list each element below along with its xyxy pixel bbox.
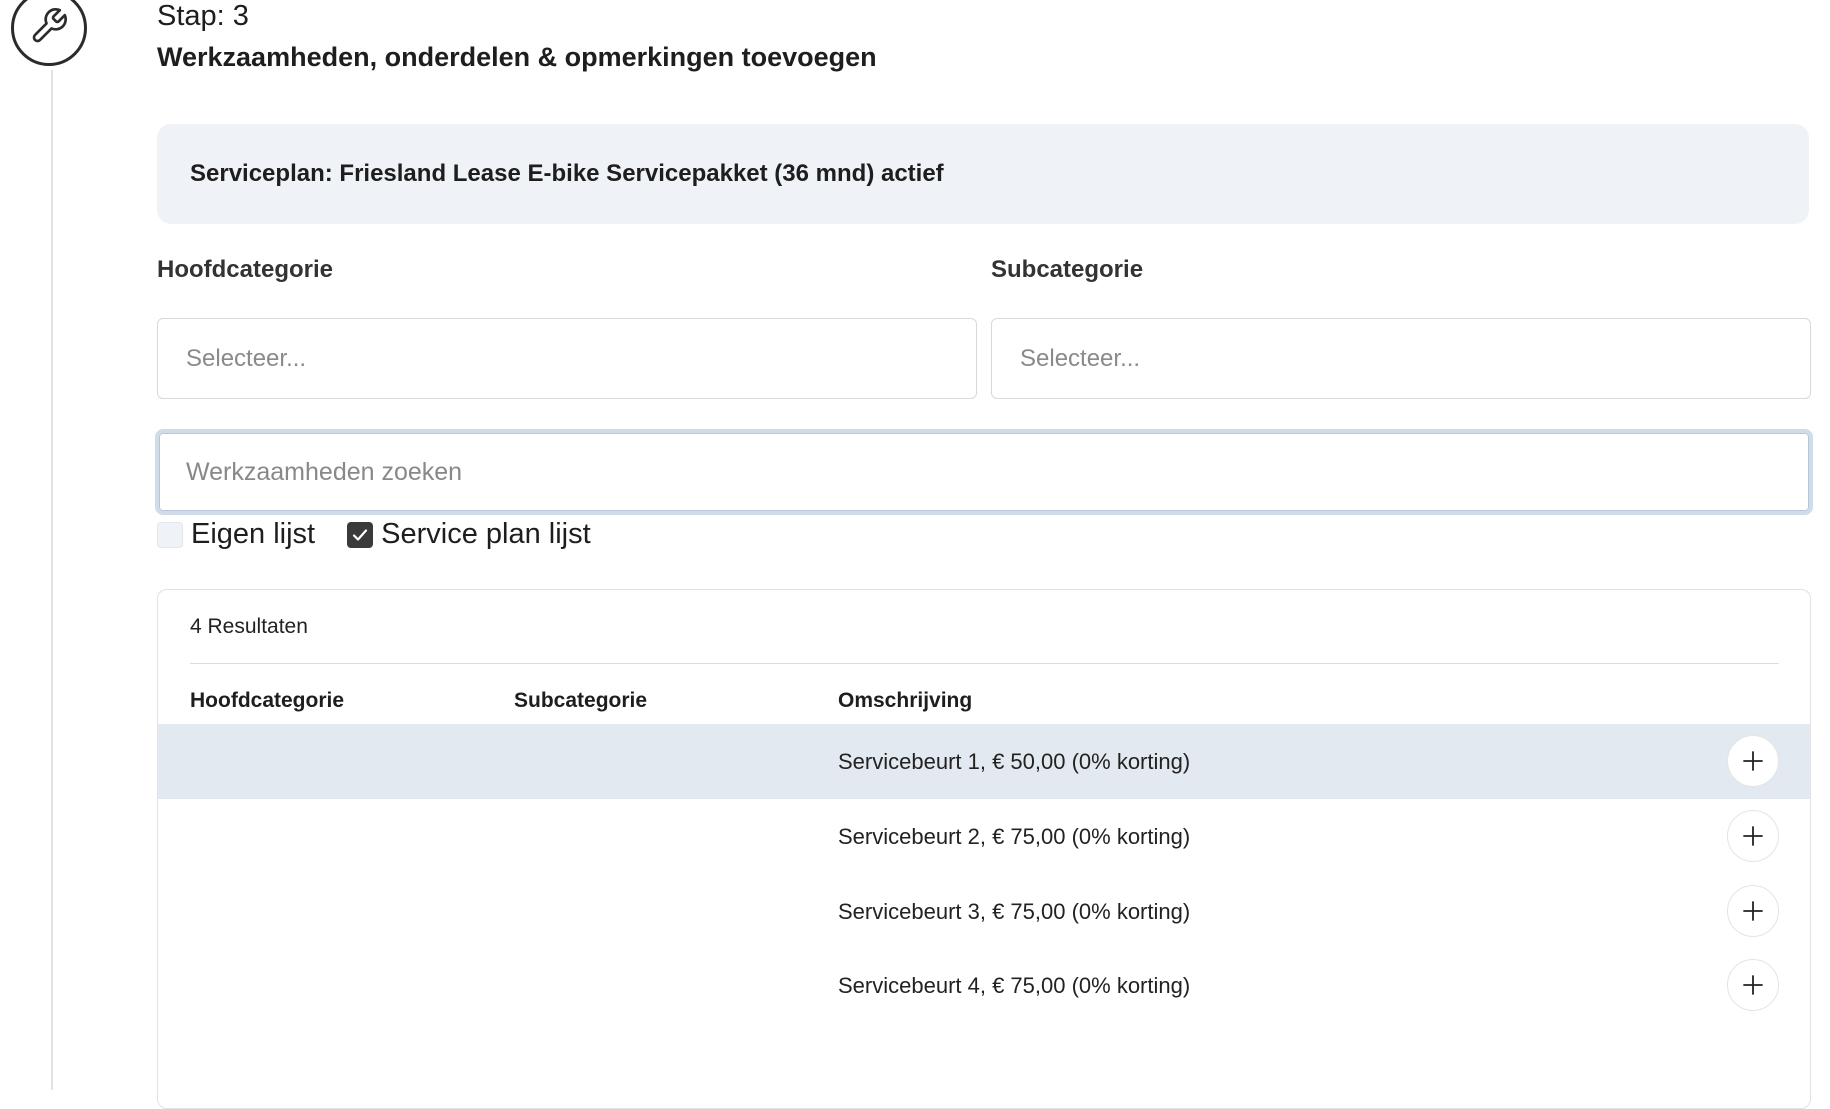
main-category-select[interactable]: Selecteer... <box>157 318 977 399</box>
timeline-line <box>51 70 53 1090</box>
table-row[interactable]: Servicebeurt 4, € 75,00 (0% korting) <box>158 948 1810 1023</box>
step-icon-badge <box>11 0 87 66</box>
results-panel: 4 Resultaten Hoofdcategorie Subcategorie… <box>157 589 1811 1109</box>
add-item-button[interactable] <box>1727 810 1779 862</box>
own-list-checkbox[interactable] <box>157 521 183 548</box>
service-plan-banner: Serviceplan: Friesland Lease E-bike Serv… <box>157 124 1809 224</box>
main-category-label: Hoofdcategorie <box>157 256 334 283</box>
sub-category-placeholder: Selecteer... <box>1020 344 1141 372</box>
list-filters: Eigen lijst Service plan lijst <box>157 518 623 551</box>
row-description: Servicebeurt 3, € 75,00 (0% korting) <box>838 898 1191 924</box>
main-category-placeholder: Selecteer... <box>186 344 307 372</box>
plus-icon <box>1743 826 1763 846</box>
table-row[interactable]: Servicebeurt 1, € 50,00 (0% korting) <box>158 724 1810 799</box>
service-plan-list-label: Service plan lijst <box>381 518 591 550</box>
column-header-description: Omschrijving <box>838 689 973 712</box>
own-list-option[interactable]: Eigen lijst <box>157 518 315 551</box>
add-item-button[interactable] <box>1727 735 1779 787</box>
table-row[interactable]: Servicebeurt 2, € 75,00 (0% korting) <box>158 799 1810 874</box>
checkmark-icon <box>353 528 368 541</box>
row-description: Servicebeurt 4, € 75,00 (0% korting) <box>838 972 1191 998</box>
service-plan-list-option[interactable]: Service plan lijst <box>347 518 591 551</box>
table-row[interactable]: Servicebeurt 3, € 75,00 (0% korting) <box>158 874 1810 949</box>
sub-category-select[interactable]: Selecteer... <box>991 318 1811 399</box>
results-count: 4 Resultaten <box>190 615 308 638</box>
add-item-button[interactable] <box>1727 959 1779 1011</box>
step-title: Werkzaamheden, onderdelen & opmerkingen … <box>157 42 877 72</box>
step-label: Stap: 3 <box>157 0 249 32</box>
plus-icon <box>1743 975 1763 995</box>
column-header-sub-category: Subcategorie <box>514 689 648 712</box>
sub-category-label: Subcategorie <box>991 256 1144 283</box>
plus-icon <box>1743 901 1763 921</box>
wrench-icon <box>29 6 69 51</box>
search-field-wrapper <box>155 429 1813 515</box>
own-list-label: Eigen lijst <box>191 518 316 550</box>
row-description: Servicebeurt 1, € 50,00 (0% korting) <box>838 748 1191 774</box>
results-divider <box>190 663 1779 664</box>
search-input[interactable] <box>159 433 1809 511</box>
service-plan-text: Serviceplan: Friesland Lease E-bike Serv… <box>190 160 944 187</box>
row-description: Servicebeurt 2, € 75,00 (0% korting) <box>838 823 1191 849</box>
add-item-button[interactable] <box>1727 885 1779 937</box>
column-header-main-category: Hoofdcategorie <box>190 689 345 712</box>
service-plan-list-checkbox[interactable] <box>347 521 374 548</box>
plus-icon <box>1743 751 1763 771</box>
